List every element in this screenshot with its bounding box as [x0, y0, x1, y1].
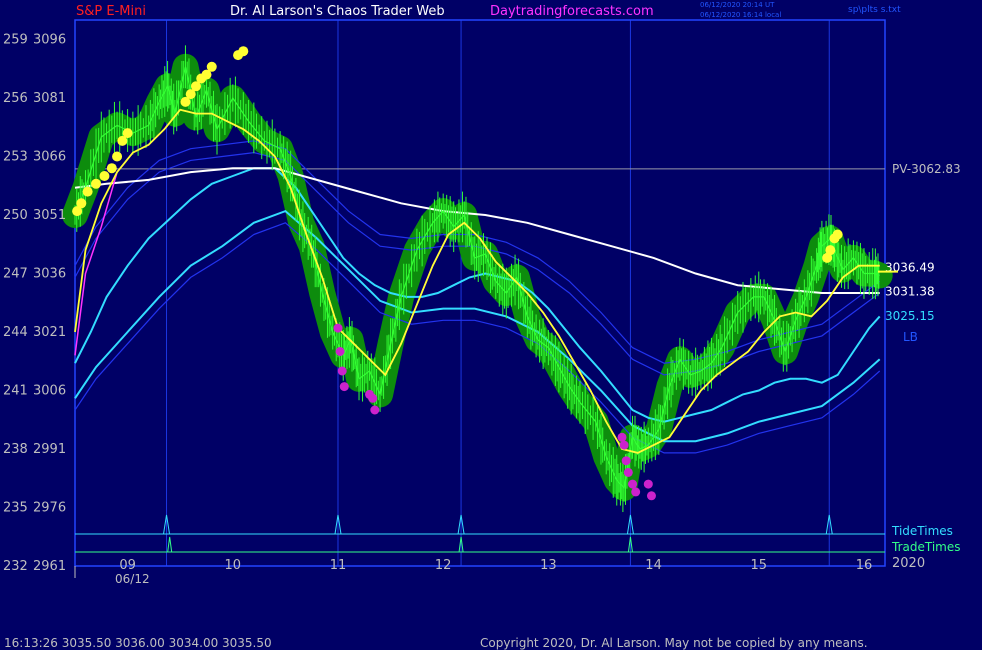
magenta-dot: [623, 467, 633, 477]
x-tick-label: 15: [750, 558, 767, 573]
y-tick-left: 241: [3, 384, 28, 399]
yellow-dot: [112, 151, 123, 162]
plot-file: sp\plts s.txt: [848, 5, 901, 15]
magenta-dot: [333, 323, 343, 333]
yellow-dot: [206, 61, 217, 72]
yellow-dot: [82, 186, 93, 197]
chart-author: Dr. Al Larson's Chaos Trader Web: [230, 4, 445, 19]
magenta-dot: [646, 491, 656, 501]
magenta-dot: [628, 479, 638, 489]
chart-symbol: S&P E-Mini: [76, 4, 146, 19]
y-tick-label: 3081: [33, 91, 66, 106]
y-tick-left: 253: [3, 150, 28, 165]
magenta-dot: [337, 366, 347, 376]
chart-site[interactable]: Daytradingforecasts.com: [490, 5, 654, 19]
pivot-label: PV-3062.83: [892, 162, 961, 176]
footer-quote: 16:13:26 3035.50 3036.00 3034.00 3035.50: [4, 636, 272, 650]
magenta-dot: [370, 405, 380, 415]
price-chart: 259 3096 256 3081 253 3066 250 3051 247 3036 244 30…: [3, 19, 961, 586]
x-tick-label: 10: [225, 558, 242, 573]
y-tick-label: 3096: [33, 33, 66, 48]
magenta-dot: [335, 347, 345, 356]
y-tick-left: 244: [3, 325, 28, 340]
y-tick-left: 256: [3, 91, 28, 106]
y-tick-label: 3051: [33, 208, 66, 223]
yellow-dot: [122, 128, 133, 139]
x-tick-label: 09: [119, 558, 136, 573]
x-tick-label: 12: [435, 558, 452, 573]
magenta-dot: [643, 479, 653, 489]
y-tick-label: 3006: [33, 384, 66, 399]
local-stamp: 06/12/2020 16:14 local: [700, 11, 782, 19]
yellow-dot: [76, 198, 87, 209]
yellow-dot: [99, 171, 110, 181]
y-tick-left: 232: [3, 559, 28, 574]
x-tick-label: 11: [330, 558, 347, 573]
magenta-dot: [631, 487, 641, 497]
x-tick-label: 16: [856, 558, 873, 573]
y-tick-label: 3021: [33, 325, 66, 340]
magenta-dot: [339, 382, 349, 392]
yellow-dot: [825, 245, 836, 256]
value-label: 3031.38: [885, 285, 935, 299]
y-tick-label: 2991: [33, 442, 66, 457]
y-tick-label: 3036: [33, 267, 66, 282]
y-tick-left: 259: [3, 33, 28, 48]
x-tick-label: 13: [540, 558, 557, 573]
trade-spike: [167, 536, 173, 553]
year-label: 2020: [892, 556, 925, 571]
y-tick-left: 238: [3, 442, 28, 457]
value-label: LB: [903, 330, 918, 344]
magenta-dot: [617, 432, 627, 442]
magenta-dot: [621, 456, 631, 466]
tide-times-label: TideTimes: [891, 524, 953, 538]
yellow-dot: [106, 163, 117, 174]
y-tick-left: 250: [3, 208, 28, 223]
magenta-dot: [368, 393, 378, 403]
utc-stamp: 06/12/2020 20:14 UT: [700, 1, 775, 9]
magenta-dot: [619, 440, 629, 450]
y-tick-label: 3066: [33, 150, 66, 165]
value-label: 3025.15: [885, 309, 935, 323]
date-label: 06/12: [115, 572, 150, 586]
y-tick-label: 2976: [33, 501, 66, 516]
yellow-dot: [238, 46, 249, 57]
y-tick-left: 247: [3, 267, 28, 282]
y-tick-left: 235: [3, 501, 28, 516]
y-tick-label: 2961: [33, 559, 66, 574]
yellow-dot: [91, 178, 102, 189]
footer-copyright: Copyright 2020, Dr. Al Larson. May not b…: [480, 636, 868, 650]
yellow-dot: [832, 229, 843, 240]
x-tick-label: 14: [645, 558, 662, 573]
trade-times-label: TradeTimes: [891, 540, 960, 554]
